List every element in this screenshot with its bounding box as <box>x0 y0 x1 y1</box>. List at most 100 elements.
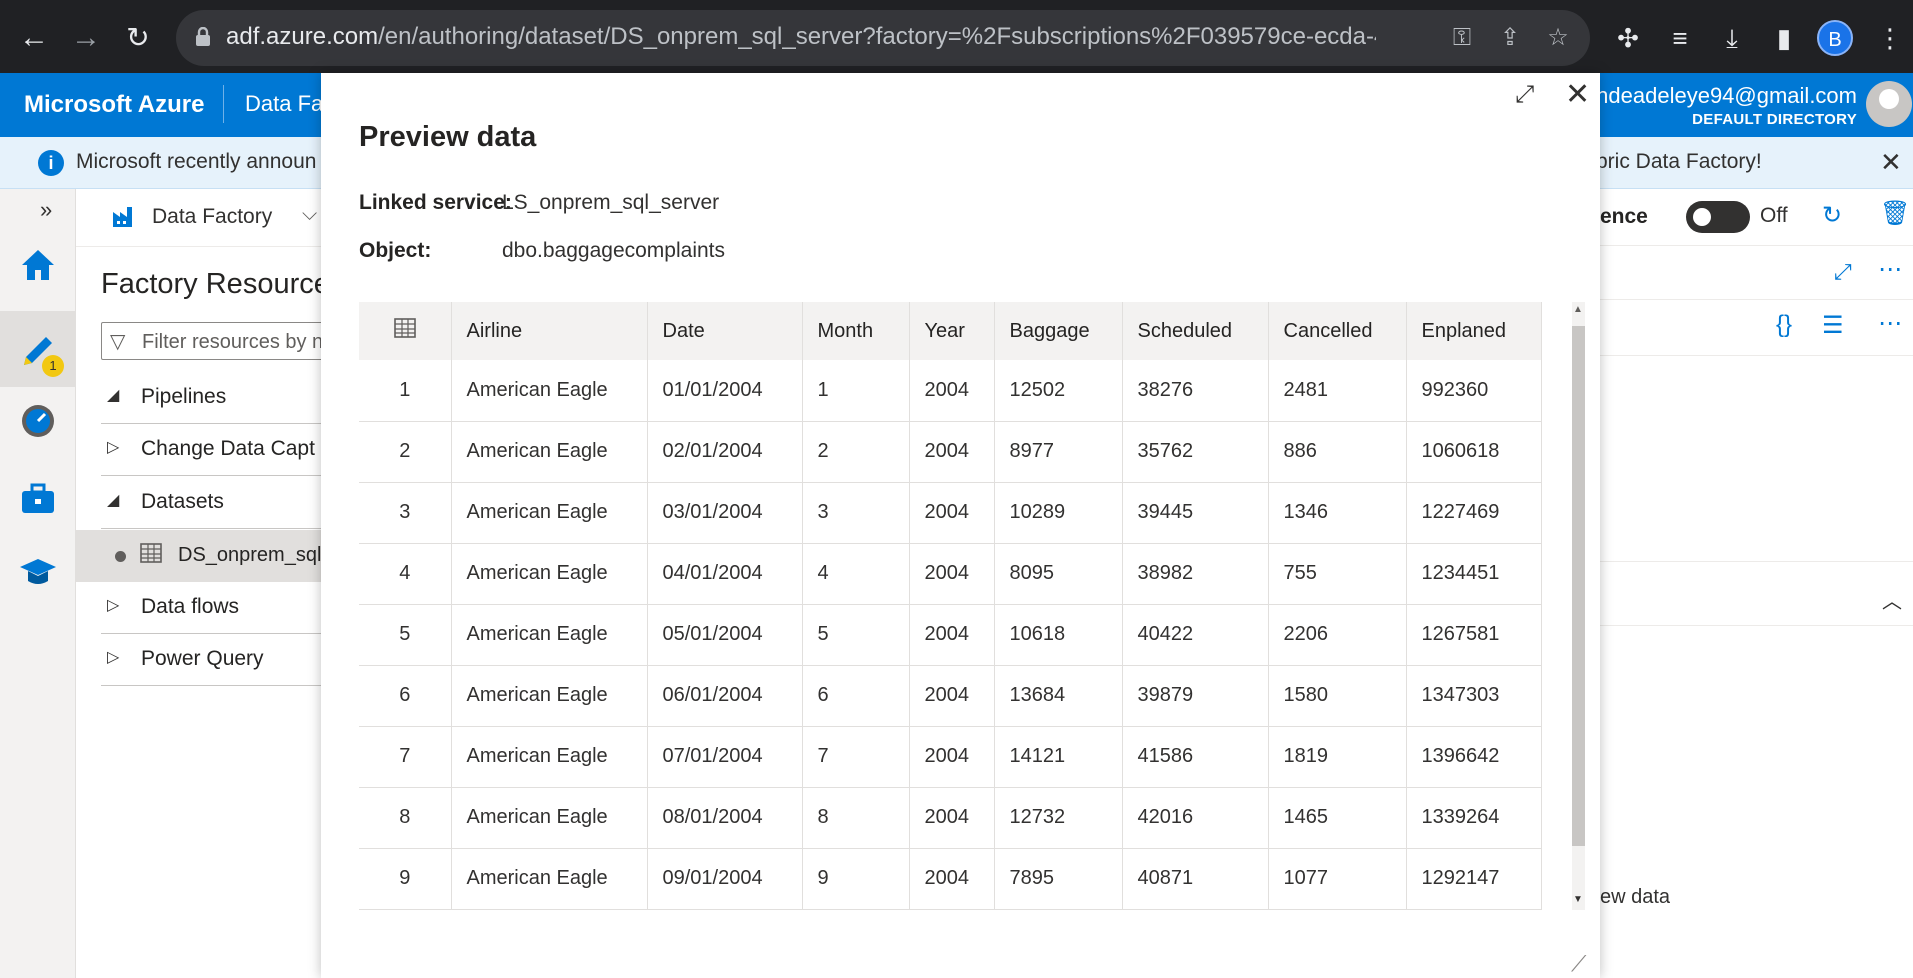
scroll-down-icon[interactable]: ▼ <box>1573 894 1583 905</box>
manage-toolbox-icon[interactable] <box>14 479 62 527</box>
row-index-cell: 9 <box>359 848 452 910</box>
monitor-icon[interactable] <box>14 401 62 449</box>
chevron-down-icon[interactable]: ⌵ <box>302 203 317 226</box>
key-icon[interactable]: ⚿ <box>1446 22 1478 54</box>
preview-grid: Airline Date Month Year Baggage Schedule… <box>359 302 1585 910</box>
table-cell: American Eagle <box>451 421 648 483</box>
table-cell: 08/01/2004 <box>647 787 803 849</box>
address-bar[interactable]: adf.azure.com/en/authoring/dataset/DS_on… <box>176 10 1590 66</box>
maximize-icon[interactable]: ⤢ <box>1515 81 1534 109</box>
table-cell: 04/01/2004 <box>647 543 803 605</box>
toggle-state: Off <box>1760 204 1788 227</box>
back-icon[interactable]: ← <box>14 18 54 58</box>
preview-data-link[interactable]: ew data <box>1600 886 1670 909</box>
reload-icon[interactable]: ↻ <box>118 18 158 58</box>
tree-item-power-query[interactable]: ▷ Power Query <box>101 634 321 686</box>
expanded-triangle-icon[interactable]: ◢ <box>107 490 119 510</box>
preview-table: Airline Date Month Year Baggage Schedule… <box>359 302 1542 910</box>
scroll-thumb[interactable] <box>1572 326 1585 846</box>
changes-badge: 1 <box>42 355 64 377</box>
table-cell: 1292147 <box>1406 848 1542 910</box>
table-row: 9 American Eagle 09/01/2004 9 2004 7895 40871 1… <box>359 848 1542 910</box>
account-email[interactable]: ndeadeleye94@gmail.com <box>1596 83 1857 109</box>
author-pencil-icon[interactable]: 1 <box>0 311 76 387</box>
column-header[interactable]: Date <box>647 302 803 360</box>
table-cell: 5 <box>802 604 910 666</box>
preview-data-dialog: Preview data ⤢ ✕ Linked service: LS_onpr… <box>321 73 1600 978</box>
panel-title: Factory Resource <box>101 268 330 300</box>
factory-selector-label[interactable]: Data Factory <box>152 205 272 229</box>
column-header[interactable]: Cancelled <box>1268 302 1407 360</box>
expand-rail-icon[interactable]: » <box>40 197 52 223</box>
table-cell: American Eagle <box>451 360 648 422</box>
table-cell: 39879 <box>1122 665 1269 727</box>
collapsed-triangle-icon[interactable]: ▷ <box>107 437 119 457</box>
more-icon[interactable]: ⋯ <box>1878 309 1902 338</box>
service-name[interactable]: Data Fa <box>245 91 323 117</box>
off-toggle[interactable] <box>1686 201 1750 233</box>
column-header[interactable]: Month <box>802 302 910 360</box>
home-icon[interactable] <box>14 245 62 293</box>
table-cell: 1347303 <box>1406 665 1542 727</box>
scroll-up-icon[interactable]: ▲ <box>1573 304 1583 315</box>
announcement-text-tail[interactable]: bric Data Factory! <box>1596 150 1762 174</box>
table-cell: 38982 <box>1122 543 1269 605</box>
table-row: 5 American Eagle 05/01/2004 5 2004 10618 40422… <box>359 604 1542 666</box>
column-header[interactable]: Airline <box>451 302 648 360</box>
table-cell: 7 <box>802 726 910 788</box>
expand-icon[interactable]: ⤢ <box>1834 259 1852 285</box>
refresh-icon[interactable]: ↻ <box>1822 201 1842 230</box>
more-icon[interactable]: ⋯ <box>1878 255 1902 284</box>
table-row: 3 American Eagle 03/01/2004 3 2004 10289 39445… <box>359 482 1542 544</box>
table-cell: 39445 <box>1122 482 1269 544</box>
column-header[interactable]: Baggage <box>994 302 1123 360</box>
download-icon[interactable]: ⤓ <box>1714 20 1750 56</box>
collapsed-triangle-icon[interactable]: ▷ <box>107 595 119 615</box>
close-icon[interactable]: ✕ <box>1565 77 1590 112</box>
menu-icon[interactable]: ⋮ <box>1872 20 1908 56</box>
table-cell: 02/01/2004 <box>647 421 803 483</box>
forward-icon[interactable]: → <box>66 18 106 58</box>
azure-brand[interactable]: Microsoft Azure <box>24 91 204 119</box>
table-cell: 2004 <box>909 543 995 605</box>
vertical-scrollbar[interactable]: ▲ ▼ <box>1572 302 1585 910</box>
code-braces-icon[interactable]: {} <box>1776 311 1792 339</box>
right-panel: ence Off ↻ 🗑 ⤢ ⋯ {} ☰ ⋯ ︿ ew data <box>1600 189 1913 978</box>
resize-grip-icon[interactable]: ⟋ <box>1571 951 1586 977</box>
collapsed-triangle-icon[interactable]: ▷ <box>107 647 119 667</box>
chevron-up-icon[interactable]: ︿ <box>1882 585 1902 614</box>
profile-avatar[interactable]: B <box>1817 20 1853 56</box>
lock-icon[interactable] <box>194 26 216 49</box>
close-icon[interactable]: ✕ <box>1880 147 1902 178</box>
sidepanel-icon[interactable]: ▮ <box>1766 20 1802 56</box>
tree-item-change-data-capture[interactable]: ▷ Change Data Capt <box>101 424 321 476</box>
row-index-cell: 8 <box>359 787 452 849</box>
table-cell: American Eagle <box>451 848 648 910</box>
extensions-icon[interactable]: ✣ <box>1610 20 1646 56</box>
column-header[interactable]: Year <box>909 302 995 360</box>
table-cell: 12732 <box>994 787 1123 849</box>
tree-item-datasets[interactable]: ◢ Datasets <box>101 477 321 529</box>
tree-item-data-flows[interactable]: ▷ Data flows <box>101 582 321 634</box>
expanded-triangle-icon[interactable]: ◢ <box>107 385 119 405</box>
properties-icon[interactable]: ☰ <box>1822 311 1844 340</box>
unsaved-dot <box>115 551 126 562</box>
star-icon[interactable]: ☆ <box>1542 22 1574 54</box>
row-index-cell: 2 <box>359 421 452 483</box>
table-cell: 40422 <box>1122 604 1269 666</box>
table-cell: 05/01/2004 <box>647 604 803 666</box>
tree-item-pipelines[interactable]: ◢ Pipelines <box>101 372 321 424</box>
column-header[interactable]: Enplaned <box>1406 302 1542 360</box>
url-text[interactable]: adf.azure.com/en/authoring/dataset/DS_on… <box>226 23 1376 51</box>
table-row: 4 American Eagle 04/01/2004 4 2004 8095 38982 7… <box>359 543 1542 605</box>
table-cell: 1346 <box>1268 482 1407 544</box>
media-icon[interactable]: ≡ <box>1662 20 1698 56</box>
table-cell: 3 <box>802 482 910 544</box>
dataset-item-selected[interactable]: DS_onprem_sql <box>76 530 321 582</box>
column-header[interactable]: Scheduled <box>1122 302 1269 360</box>
discard-icon[interactable]: 🗑 <box>1880 199 1910 228</box>
account-avatar[interactable] <box>1866 81 1912 127</box>
table-cell: 09/01/2004 <box>647 848 803 910</box>
learning-center-icon[interactable] <box>14 551 62 599</box>
share-icon[interactable]: ⇪ <box>1494 22 1526 54</box>
